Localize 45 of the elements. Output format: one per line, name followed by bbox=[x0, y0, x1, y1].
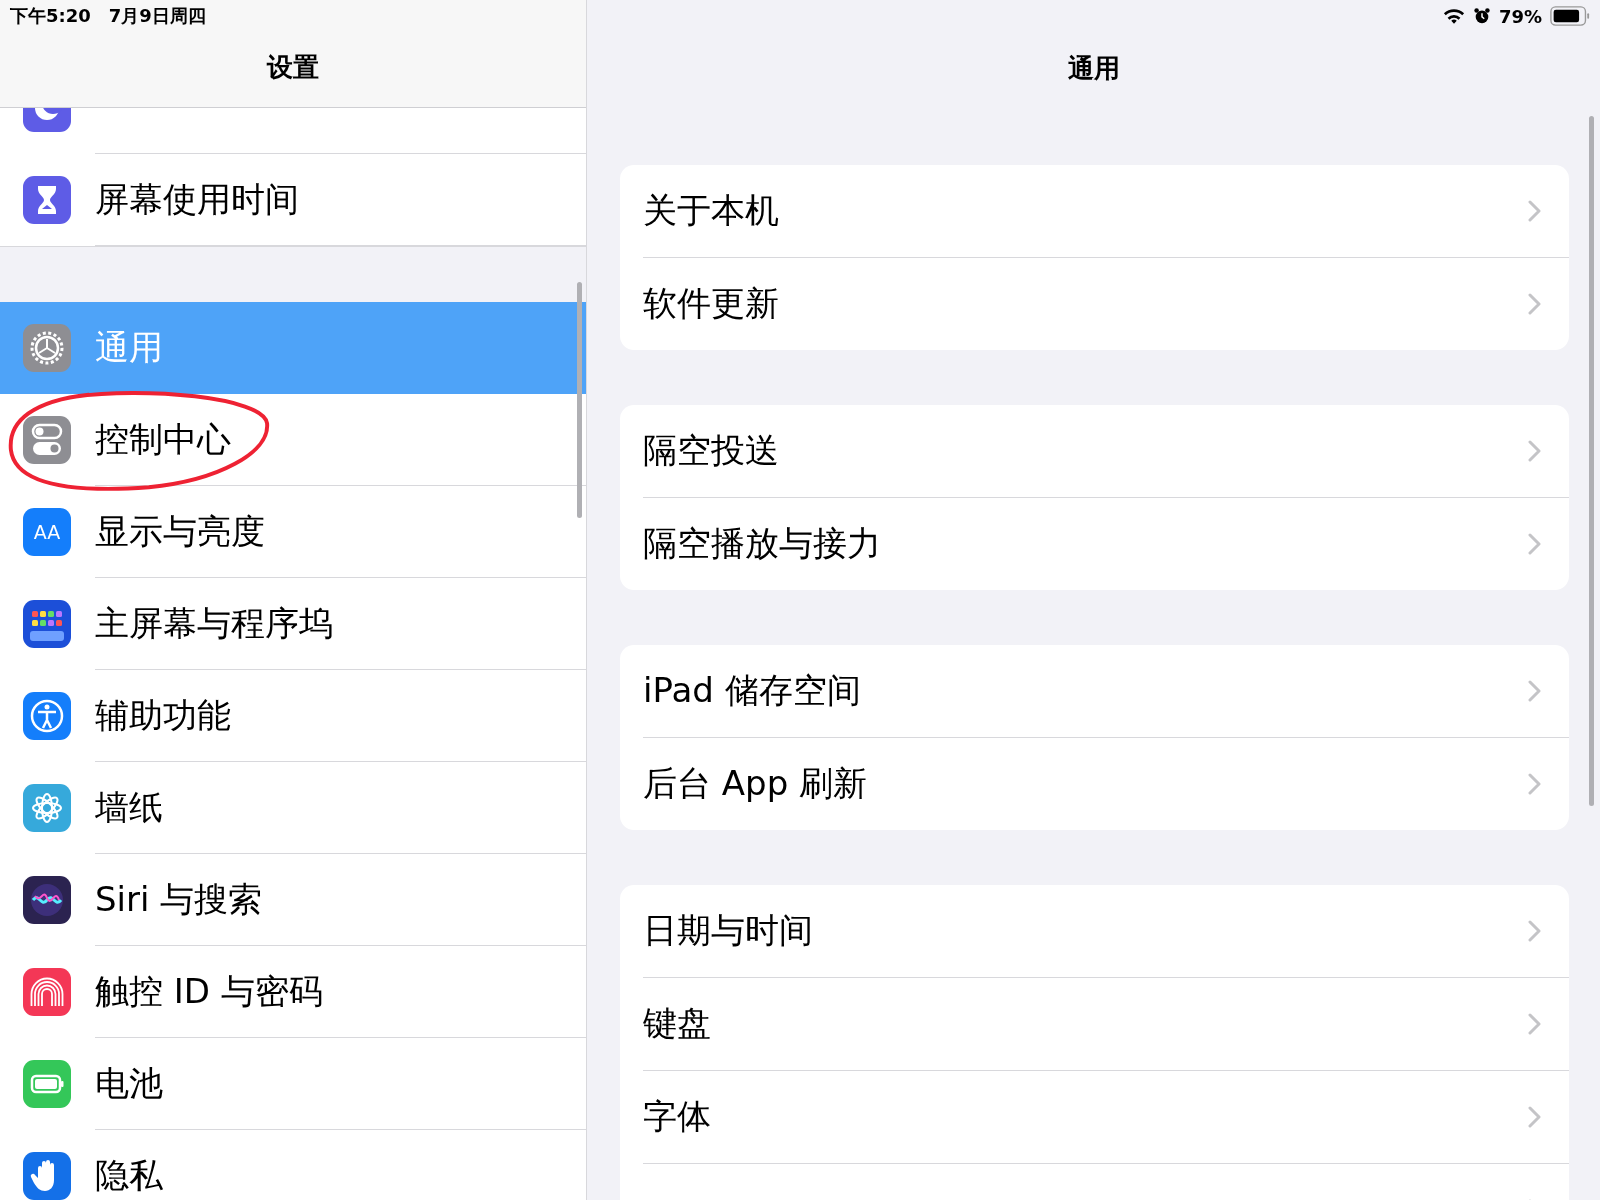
settings-item[interactable]: 控制中心 bbox=[0, 394, 586, 486]
settings-row[interactable]: 键盘 bbox=[643, 977, 1569, 1070]
accessibility-icon bbox=[23, 692, 71, 740]
wifi-icon bbox=[1442, 7, 1465, 25]
flower-icon bbox=[23, 784, 71, 832]
settings-item[interactable]: 触控 ID 与密码 bbox=[0, 946, 586, 1038]
settings-row[interactable]: iPad 储存空间 bbox=[620, 645, 1569, 737]
settings-row[interactable]: 日期与时间 bbox=[620, 885, 1569, 977]
alarm-clock-icon bbox=[1472, 7, 1491, 25]
chevron-icon bbox=[1527, 292, 1541, 316]
battery-icon bbox=[23, 1060, 71, 1108]
hourglass-icon bbox=[23, 176, 71, 224]
chevron-icon bbox=[1527, 1012, 1541, 1036]
status-date: 7月9日周四 bbox=[108, 4, 206, 28]
settings-item[interactable]: 主屏幕与程序坞 bbox=[0, 578, 586, 670]
toggle-icon bbox=[23, 416, 71, 464]
chevron-icon bbox=[1527, 919, 1541, 943]
settings-item[interactable]: AA 显示与亮度 bbox=[0, 486, 586, 578]
fingerprint-icon bbox=[23, 968, 71, 1016]
orb-icon bbox=[23, 876, 71, 924]
page-title: 通用 bbox=[1067, 52, 1120, 85]
settings-row[interactable]: 字体 bbox=[643, 1070, 1569, 1163]
settings-item[interactable]: 墙纸 bbox=[0, 762, 586, 854]
sidebar-title: 设置 bbox=[267, 51, 319, 84]
chevron-icon bbox=[1527, 199, 1541, 223]
settings-row[interactable]: 隔空播放与接力 bbox=[643, 497, 1569, 590]
status-time: 下午5:20 bbox=[10, 4, 91, 28]
battery-icon bbox=[1550, 6, 1590, 26]
chevron-icon bbox=[1527, 1105, 1541, 1129]
settings-item[interactable]: 辅助功能 bbox=[0, 670, 586, 762]
chevron-icon bbox=[1527, 679, 1541, 703]
grid-icon bbox=[23, 600, 71, 648]
chevron-icon bbox=[1527, 772, 1541, 796]
chevron-icon bbox=[1527, 532, 1541, 556]
gear-icon bbox=[23, 324, 71, 372]
settings-row[interactable]: 关于本机 bbox=[620, 165, 1569, 257]
settings-item[interactable]: Siri 与搜索 bbox=[0, 854, 586, 946]
settings-row[interactable]: 后台 App 刷新 bbox=[643, 737, 1569, 830]
settings-row[interactable]: 隔空投送 bbox=[620, 405, 1569, 497]
settings-row[interactable]: 软件更新 bbox=[643, 257, 1569, 350]
text-size-icon: AA bbox=[23, 508, 71, 556]
chevron-icon bbox=[1527, 439, 1541, 463]
battery-percentage: 79% bbox=[1498, 5, 1542, 27]
settings-item[interactable]: 电池 bbox=[0, 1038, 586, 1130]
settings-item[interactable]: 屏幕使用时间 bbox=[0, 154, 586, 246]
